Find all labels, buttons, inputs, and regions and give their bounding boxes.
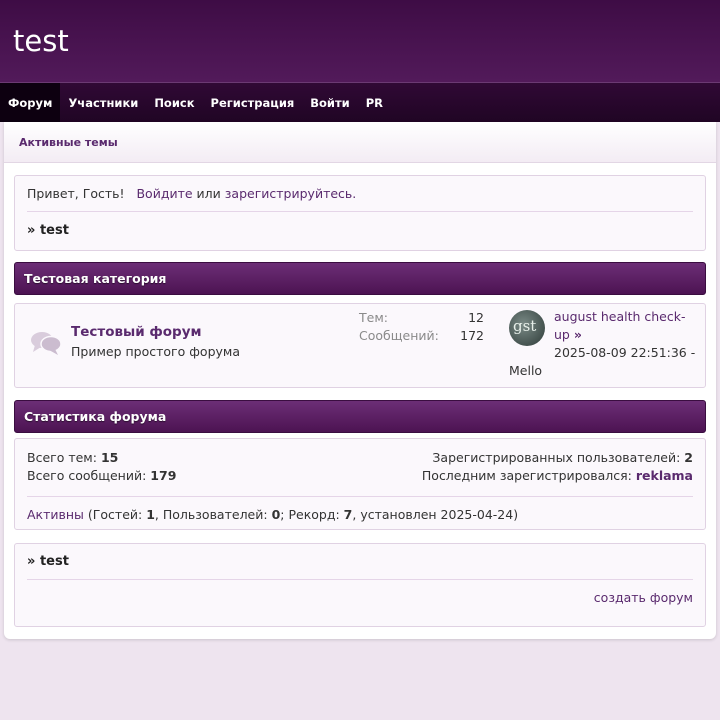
users-label: , Пользователей: bbox=[154, 507, 268, 522]
category-header: Тестовая категория bbox=[14, 262, 706, 295]
total-topics-value: 15 bbox=[100, 450, 119, 465]
total-posts-label: Всего сообщений: bbox=[27, 468, 147, 483]
online-line: Активны (Гостей: 1, Пользователей: 0; Ре… bbox=[27, 507, 518, 522]
site-header: test bbox=[0, 0, 720, 82]
nav-item-search[interactable]: Поиск bbox=[146, 83, 202, 122]
stats-box: Всего тем: 15 Всего сообщений: 179 Зарег… bbox=[14, 438, 706, 530]
registered-users-label: Зарегистрированных пользователей: bbox=[432, 450, 681, 465]
footer-breadcrumb-home-link[interactable]: test bbox=[40, 554, 69, 569]
nav-item-forum[interactable]: Форум bbox=[0, 83, 61, 122]
footer-box: » test создать форум bbox=[14, 543, 706, 627]
subbar: Активные темы bbox=[4, 122, 716, 163]
total-posts: Всего сообщений: 179 bbox=[27, 468, 176, 483]
users-value: 0 bbox=[271, 507, 281, 522]
total-topics-label: Всего тем: bbox=[27, 450, 97, 465]
main-nav: Форум Участники Поиск Регистрация Войти … bbox=[0, 82, 720, 122]
guests-value: 1 bbox=[146, 507, 155, 522]
last-registered-label: Последним зарегистрировался: bbox=[421, 468, 632, 483]
forum-description: Пример простого форума bbox=[71, 344, 240, 359]
last-post-date: 2025-08-09 22:51:36 - bbox=[554, 345, 696, 360]
last-registered: Последним зарегистрировался: reklama bbox=[422, 468, 693, 483]
active-topics-link[interactable]: Активные темы bbox=[19, 136, 118, 149]
last-post-arrow[interactable]: » bbox=[574, 327, 582, 342]
last-post-author[interactable]: Mello bbox=[509, 363, 542, 378]
nav-item-members[interactable]: Участники bbox=[60, 83, 146, 122]
nav-item-login[interactable]: Войти bbox=[302, 83, 357, 122]
record-date: , установлен 2025-04-24) bbox=[352, 507, 519, 522]
or-text: или bbox=[196, 186, 221, 201]
welcome-line: Привет, Гость! Войдите или зарегистрируй… bbox=[27, 186, 356, 201]
register-period: . bbox=[352, 186, 357, 201]
main-panel: Активные темы Привет, Гость! Войдите или… bbox=[4, 122, 716, 639]
avatar[interactable]: gst bbox=[509, 310, 545, 346]
registered-users-value: 2 bbox=[684, 450, 693, 465]
guests-label: (Гостей: bbox=[87, 507, 143, 522]
divider bbox=[27, 579, 693, 580]
divider bbox=[27, 496, 693, 497]
breadcrumb-separator: » bbox=[27, 223, 36, 238]
topics-label: Тем: bbox=[359, 310, 388, 325]
avatar-text: gst bbox=[513, 317, 537, 335]
divider bbox=[27, 211, 693, 212]
footer-breadcrumb-separator: » bbox=[27, 554, 36, 569]
registered-users: Зарегистрированных пользователей: 2 bbox=[432, 450, 693, 465]
nav-item-pr[interactable]: PR bbox=[358, 83, 391, 122]
breadcrumb: » test bbox=[27, 223, 69, 238]
footer-breadcrumb: » test bbox=[27, 554, 69, 569]
record-label: ; Рекорд: bbox=[280, 507, 340, 522]
forum-name-link[interactable]: Тестовый форум bbox=[71, 324, 202, 340]
last-post-title-link-2[interactable]: up bbox=[554, 327, 570, 342]
total-posts-value: 179 bbox=[150, 468, 177, 483]
breadcrumb-home-link[interactable]: test bbox=[40, 223, 69, 238]
login-link[interactable]: Войдите bbox=[136, 186, 192, 201]
greeting-text: Привет, Гость! bbox=[27, 186, 125, 201]
topics-count: 12 bbox=[468, 310, 484, 325]
forum-row: Тестовый форум Пример простого форума Те… bbox=[14, 303, 706, 388]
welcome-box: Привет, Гость! Войдите или зарегистрируй… bbox=[14, 175, 706, 251]
posts-count: 172 bbox=[460, 328, 484, 343]
active-users-link[interactable]: Активны bbox=[27, 507, 84, 522]
total-topics: Всего тем: 15 bbox=[27, 450, 118, 465]
last-registered-user-link[interactable]: reklama bbox=[636, 468, 693, 483]
nav-item-register[interactable]: Регистрация bbox=[203, 83, 303, 122]
site-title[interactable]: test bbox=[13, 24, 707, 58]
category-title[interactable]: Тестовая категория bbox=[24, 271, 166, 286]
last-post-title-link[interactable]: august health check- bbox=[554, 309, 685, 324]
stats-title: Статистика форума bbox=[24, 409, 167, 424]
posts-label: Сообщений: bbox=[359, 328, 439, 343]
stats-header: Статистика форума bbox=[14, 400, 706, 433]
create-forum-link[interactable]: создать форум bbox=[594, 590, 693, 605]
last-post-title-line2: up » bbox=[554, 327, 582, 342]
register-link[interactable]: зарегистрируйтесь bbox=[225, 186, 353, 201]
forum-chat-icon bbox=[31, 332, 62, 355]
